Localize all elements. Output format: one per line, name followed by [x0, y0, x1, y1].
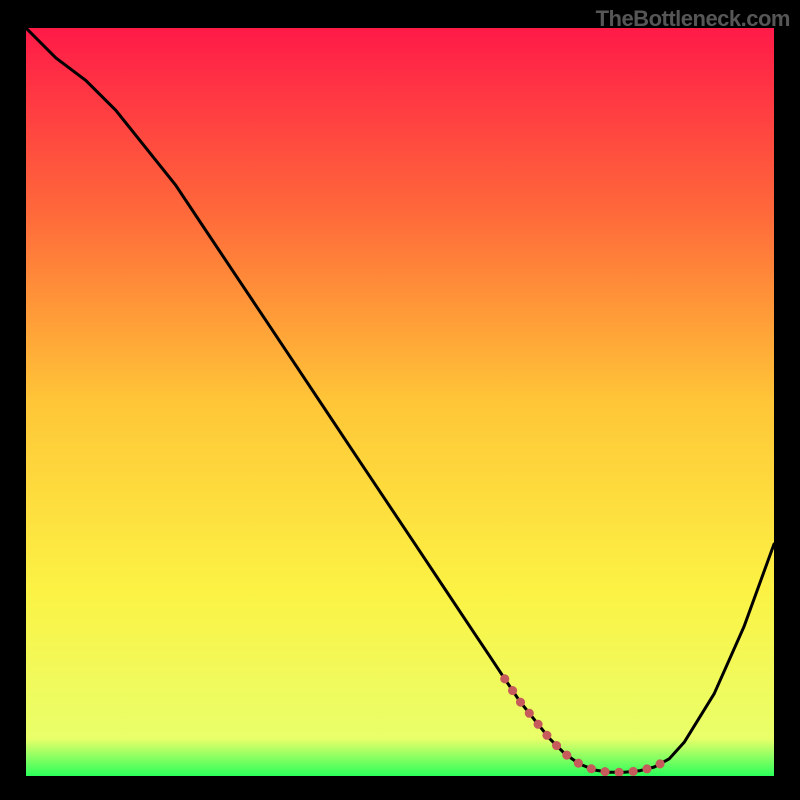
- chart-svg: [26, 28, 774, 776]
- page-root: TheBottleneck.com: [0, 0, 800, 800]
- chart-frame: [26, 28, 774, 776]
